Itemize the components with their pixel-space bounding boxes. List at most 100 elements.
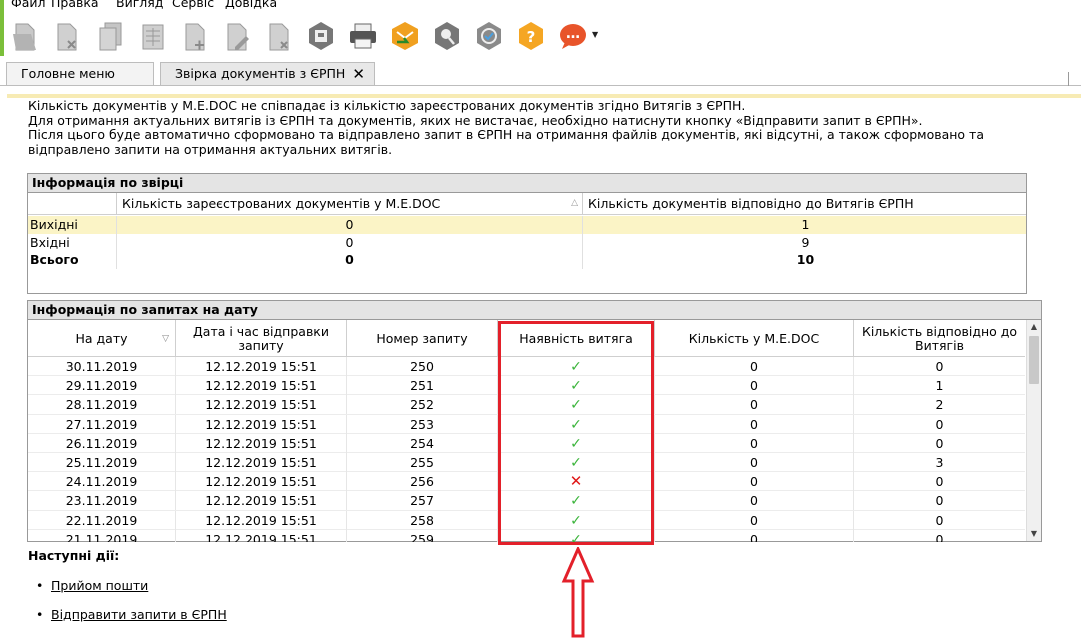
cell-sent: 12.12.2019 15:51 [175,510,346,530]
requests-col-sent[interactable]: Дата і час відправки запиту [175,320,346,357]
summary-erpn-count: 1 [582,216,1028,234]
requests-col-erpn[interactable]: Кількість відповідно до Витягів [853,320,1025,357]
notice-line: Після цього буде автоматично сформовано … [28,127,984,157]
requests-scrollbar[interactable]: ▲ ▼ [1026,320,1041,541]
notice-text: Кількість документів у M.E.DOC не співпа… [28,98,1068,157]
next-actions-title: Наступні дії: [28,548,120,563]
cell-number: 251 [346,376,497,396]
delete-doc-icon[interactable] [50,18,84,54]
scroll-up-icon[interactable]: ▲ [1027,320,1041,334]
cell-sent: 12.12.2019 15:51 [175,414,346,434]
edit-doc-icon[interactable] [220,18,254,54]
receive-mail-link[interactable]: Прийом пошти [51,578,148,593]
menu-file[interactable]: Файл [11,0,46,11]
cell-sent: 12.12.2019 15:51 [175,472,346,492]
tab-main-menu-label: Головне меню [21,66,115,81]
table-row[interactable]: 29.11.2019 12.12.2019 15:51 251 ✓ 0 1 [28,376,1025,396]
summary-col-erpn[interactable]: Кількість документів відповідно до Витяг… [582,193,1028,215]
send-erpn-requests-link[interactable]: Відправити запити в ЄРПН [51,607,227,622]
summary-row-label: Вхідні [30,234,70,250]
cell-medoc-count: 0 [654,357,853,376]
action-item: • Прийом пошти [36,578,148,593]
notice-line: Для отримання актуальних витягів із ЄРПН… [28,112,923,128]
check-icon: ✓ [570,455,582,471]
tab-bar: Головне меню Звірка документів з ЄРПН ✕ [0,59,1081,86]
cell-has-extract: ✓ [497,357,654,376]
table-row[interactable]: 25.11.2019 12.12.2019 15:51 255 ✓ 0 3 [28,453,1025,473]
brand-edge [0,0,4,56]
chat-dropdown-icon[interactable]: ▼ [592,30,598,39]
cell-number: 256 [346,472,497,492]
svg-text:?: ? [527,28,536,46]
cell-has-extract: ✓ [497,433,654,453]
find-icon[interactable] [430,18,464,54]
summary-col-type[interactable] [28,193,116,215]
table-row[interactable]: 26.11.2019 12.12.2019 15:51 254 ✓ 0 0 [28,433,1025,453]
table-row[interactable]: 28.11.2019 12.12.2019 15:51 252 ✓ 0 2 [28,395,1025,415]
verify-icon[interactable] [472,18,506,54]
menu-service[interactable]: Сервіс [172,0,214,11]
svg-text:…: … [566,26,580,42]
scroll-thumb[interactable] [1029,336,1039,384]
requests-col-has-extract[interactable]: Наявність витяга [497,320,654,357]
add-doc-icon[interactable] [178,18,212,54]
requests-header: На дату ▽ Дата і час відправки запиту Но… [28,320,1025,357]
summary-row-label: Всього [30,252,79,267]
archive-icon[interactable] [304,18,338,54]
reconciliation-info-title: Інформація по звірці [28,174,1026,193]
print-icon[interactable] [346,18,380,54]
annotation-arrow-icon [561,547,595,638]
cell-medoc-count: 0 [654,529,853,542]
tab-erpn-reconciliation[interactable]: Звірка документів з ЄРПН ✕ [160,62,375,86]
cell-date: 29.11.2019 [65,378,138,394]
cell-has-extract: ✓ [497,414,654,434]
cell-has-extract: ✓ [497,529,654,542]
cell-number: 250 [346,357,497,376]
requests-col-number[interactable]: Номер запиту [346,320,497,357]
send-mail-icon[interactable] [388,18,422,54]
scroll-down-icon[interactable]: ▼ [1027,527,1041,541]
chat-icon[interactable]: … [556,18,590,54]
copy-doc-icon[interactable] [94,18,128,54]
requests-table-body: 30.11.2019 12.12.2019 15:51 250 ✓ 0 0 29.11.20… [28,357,1025,542]
menu-edit[interactable]: Правка [51,0,99,11]
cell-date: 25.11.2019 [65,455,138,470]
grid-doc-icon[interactable] [136,18,170,54]
table-row[interactable]: 23.11.2019 12.12.2019 15:51 257 ✓ 0 0 [28,491,1025,511]
summary-col-medoc[interactable]: Кількість зареєстрованих документів у M.… [116,193,582,215]
requests-info-panel: Інформація по запитах на дату На дату ▽ … [27,300,1042,542]
table-row[interactable]: 30.11.2019 12.12.2019 15:51 250 ✓ 0 0 [28,357,1025,377]
cell-medoc-count: 0 [654,472,853,492]
menu-help[interactable]: Довідка [225,0,277,11]
help-icon[interactable]: ? [514,18,548,54]
table-row[interactable]: 24.11.2019 12.12.2019 15:51 256 ✕ 0 0 [28,472,1025,492]
sort-asc-icon: △ [571,198,578,208]
close-icon[interactable]: ✕ [352,63,365,85]
summary-row-outgoing[interactable]: Вихідні 0 1 [28,216,1026,234]
tab-main-menu[interactable]: Головне меню [6,62,154,86]
check-icon: ✓ [570,397,582,414]
cell-sent: 12.12.2019 15:51 [175,395,346,415]
open-doc-icon[interactable] [8,18,42,54]
cell-has-extract: ✓ [497,395,654,415]
summary-medoc-count: 0 [116,216,582,234]
cell-erpn-count: 1 [853,376,1025,396]
cell-sent: 12.12.2019 15:51 [175,433,346,453]
remove-doc-icon[interactable] [262,18,296,54]
requests-col-date[interactable]: На дату ▽ [28,320,175,357]
cell-erpn-count: 0 [853,529,1025,542]
table-row[interactable]: 21.11.2019 12.12.2019 15:51 259 ✓ 0 0 [28,529,1025,542]
cell-sent: 12.12.2019 15:51 [175,529,346,542]
cell-date: 22.11.2019 [65,512,138,528]
requests-col-medoc[interactable]: Кількість у M.E.DOC [654,320,853,357]
table-row[interactable]: 27.11.2019 12.12.2019 15:51 253 ✓ 0 0 [28,414,1025,434]
requests-col-date-label: На дату [75,330,128,346]
check-icon: ✓ [570,531,582,542]
menu-view[interactable]: Вигляд [116,0,163,11]
cell-has-extract: ✕ [497,472,654,492]
summary-row-incoming[interactable]: Вхідні 0 9 [28,233,1026,251]
summary-row-total[interactable]: Всього 0 10 [28,251,1026,269]
cell-sent: 12.12.2019 15:51 [175,376,346,396]
table-row[interactable]: 22.11.2019 12.12.2019 15:51 258 ✓ 0 0 [28,510,1025,530]
cell-medoc-count: 0 [654,433,853,453]
